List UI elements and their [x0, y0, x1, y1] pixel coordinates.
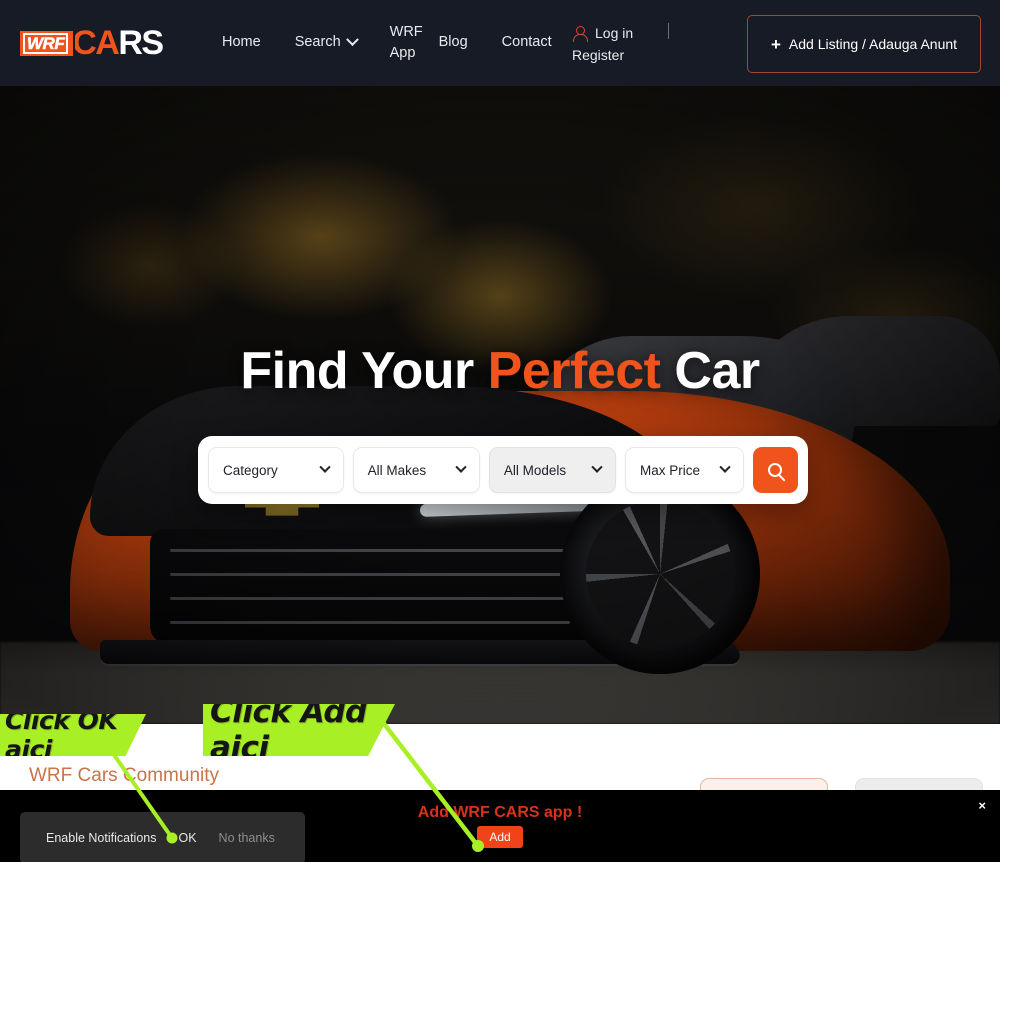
notification-ok-button[interactable]: OK	[178, 831, 196, 845]
appbar-add-button[interactable]: Add	[477, 826, 523, 848]
chevron-down-icon	[319, 461, 331, 473]
add-listing-label: Add Listing / Adauga Anunt	[788, 35, 958, 52]
login-link[interactable]: Log in	[595, 22, 633, 44]
logo-word-orange: CA	[72, 24, 120, 62]
community-heading: WRF Cars Community	[29, 765, 220, 786]
register-link[interactable]: Register	[572, 44, 682, 66]
models-select-label: All Models	[503, 462, 567, 478]
search-submit-button[interactable]	[752, 447, 798, 493]
chevron-down-icon	[455, 461, 467, 473]
nav-label: Contact	[501, 34, 552, 51]
hero-heading: Find Your Perfect Car	[0, 341, 1000, 401]
screenshot-root: WRF CARS Home Search WRF App Blog Contac…	[0, 0, 1024, 1024]
add-listing-button[interactable]: + Add Listing / Adauga Anunt	[747, 15, 981, 73]
hero-heading-highlight: Perfect	[487, 342, 661, 400]
logo-badge: WRF	[18, 28, 76, 58]
makes-select-label: All Makes	[367, 462, 427, 478]
nav-item-wrf-app[interactable]: WRF App	[374, 22, 423, 64]
notification-permission-prompt: Enable Notifications OK No thanks	[20, 812, 305, 862]
chevron-down-icon	[345, 33, 359, 47]
site-header: WRF CARS Home Search WRF App Blog Contac…	[0, 0, 1000, 86]
nav-label: Blog	[438, 34, 468, 51]
nav-item-home[interactable]: Home	[205, 32, 278, 53]
hero-section: Find Your Perfect Car Category All Makes…	[0, 86, 1000, 724]
logo-badge-text: WRF	[23, 32, 69, 54]
website-viewport: WRF CARS Home Search WRF App Blog Contac…	[0, 0, 1000, 862]
makes-select[interactable]: All Makes	[352, 447, 480, 493]
category-select-label: Category	[223, 462, 278, 478]
user-icon	[572, 25, 588, 42]
main-navigation: Home Search WRF App Blog Contact	[205, 0, 569, 86]
chevron-down-icon	[591, 461, 603, 473]
models-select[interactable]: All Models	[488, 447, 617, 493]
nav-item-contact[interactable]: Contact	[485, 32, 569, 53]
notification-decline-button[interactable]: No thanks	[219, 831, 275, 845]
close-icon[interactable]: ×	[978, 798, 986, 813]
hero-search-bar: Category All Makes All Models Max Price	[198, 436, 808, 504]
search-icon	[768, 463, 783, 477]
nav-label: Search	[294, 34, 341, 51]
nav-label: WRF App	[389, 23, 423, 61]
hero-heading-part2: Car	[660, 342, 760, 400]
chevron-down-icon	[719, 461, 731, 473]
logo-word-white: RS	[118, 24, 164, 62]
car-wheel	[560, 474, 760, 674]
max-price-select-label: Max Price	[640, 462, 701, 478]
logo-wordmark: CARS	[72, 24, 164, 62]
nav-item-search[interactable]: Search	[278, 32, 374, 53]
notification-prompt-label: Enable Notifications	[46, 831, 157, 845]
account-menu: Log in Register	[572, 22, 682, 66]
divider	[668, 23, 669, 39]
site-logo[interactable]: WRF CARS	[18, 22, 168, 64]
max-price-select[interactable]: Max Price	[625, 447, 744, 493]
nav-label: Home	[222, 34, 261, 51]
hero-heading-part1: Find Your	[240, 342, 488, 400]
plus-icon: +	[770, 34, 781, 54]
nav-item-blog[interactable]: Blog	[422, 32, 485, 53]
category-select[interactable]: Category	[208, 447, 344, 493]
